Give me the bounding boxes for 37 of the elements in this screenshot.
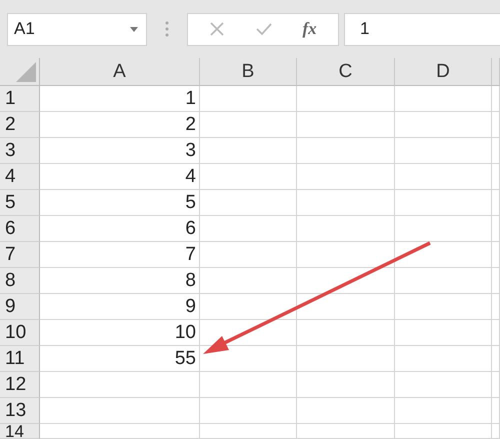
select-all-icon[interactable] xyxy=(16,62,36,82)
table-cell: 8 xyxy=(40,268,200,294)
column-header[interactable]: B xyxy=(200,58,297,86)
table-cell: 1 xyxy=(40,86,200,112)
column-header[interactable]: C xyxy=(297,58,395,86)
row-header[interactable]: 11 xyxy=(0,346,40,372)
row-header[interactable]: 13 xyxy=(0,398,40,424)
check-icon[interactable] xyxy=(256,21,272,37)
dropdown-caret-icon[interactable] xyxy=(130,26,138,32)
row-header[interactable]: 3 xyxy=(0,138,40,164)
insert-function-button[interactable]: fx xyxy=(302,19,317,39)
table-cell: 3 xyxy=(40,138,200,164)
table-cell: 55 xyxy=(40,346,200,372)
table-cell: 5 xyxy=(40,190,200,216)
row-header[interactable]: 7 xyxy=(0,242,40,268)
row-header[interactable]: 1 xyxy=(0,86,40,112)
row-header[interactable]: 14 xyxy=(0,424,40,439)
row-header[interactable]: 4 xyxy=(0,164,40,190)
row-header[interactable]: 2 xyxy=(0,112,40,138)
row-header[interactable]: 6 xyxy=(0,216,40,242)
formula-field[interactable]: 1 xyxy=(344,12,500,46)
column-header[interactable]: D xyxy=(395,58,492,86)
row-header[interactable]: 12 xyxy=(0,372,40,398)
cancel-icon[interactable] xyxy=(209,21,226,37)
name-box[interactable]: A1 xyxy=(7,12,147,46)
row-header[interactable]: 10 xyxy=(0,320,40,346)
row-header[interactable]: 9 xyxy=(0,294,40,320)
table-cell: 2 xyxy=(40,112,200,138)
dots-icon xyxy=(165,21,169,37)
table-cell: 9 xyxy=(40,294,200,320)
column-header[interactable]: A xyxy=(40,58,200,86)
row-header[interactable]: 5 xyxy=(0,190,40,216)
row-header[interactable]: 8 xyxy=(0,268,40,294)
table-cell: 7 xyxy=(40,242,200,268)
table-cell: 10 xyxy=(40,320,200,346)
table-cell: 4 xyxy=(40,164,200,190)
table-cell: 6 xyxy=(40,216,200,242)
